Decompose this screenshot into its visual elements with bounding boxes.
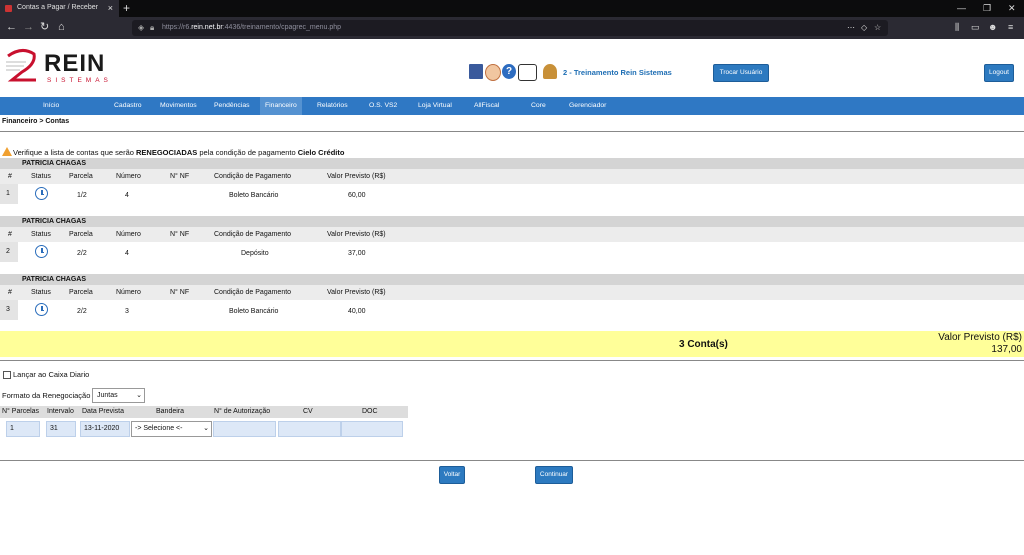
table-header: # Status Parcela Número N° NF Condição d… bbox=[0, 285, 1024, 300]
favicon-icon bbox=[5, 5, 12, 12]
close-window-icon[interactable]: ✕ bbox=[1008, 3, 1016, 14]
clock-icon bbox=[35, 303, 48, 316]
warning-icon bbox=[2, 147, 12, 156]
back-icon[interactable]: ← bbox=[6, 21, 17, 33]
num-parcelas-input[interactable]: 1 bbox=[6, 421, 40, 437]
lock-icon[interactable]: 🔒︎ bbox=[150, 23, 154, 33]
group-client-name: PATRICIA CHAGAS bbox=[0, 274, 1024, 285]
table-header: # Status Parcela Número N° NF Condição d… bbox=[0, 227, 1024, 242]
bandeira-select[interactable]: -> Selecione <- ⌄ bbox=[131, 421, 212, 437]
menu-core[interactable]: Core bbox=[531, 102, 546, 109]
account-icon[interactable]: ☻ bbox=[988, 21, 997, 33]
menu-relatorios[interactable]: Relatórios bbox=[317, 102, 348, 109]
table-row[interactable]: 3 2/2 3 Boleto Bancário 40,00 bbox=[0, 300, 1024, 320]
intervalo-input[interactable]: 31 bbox=[46, 421, 76, 437]
bookmark-star-icon[interactable]: ☆ bbox=[874, 23, 881, 32]
minimize-icon[interactable]: — bbox=[957, 3, 966, 13]
menu-movimentos[interactable]: Movimentos bbox=[160, 102, 197, 109]
cv-input[interactable] bbox=[278, 421, 341, 437]
chat-icon[interactable] bbox=[518, 64, 537, 81]
formato-select[interactable]: Juntas ⌄ bbox=[92, 388, 145, 403]
menu-pendencias[interactable]: Pendências bbox=[214, 102, 250, 109]
url-text[interactable]: https://r6.rein.net.br:4436/treinamento/… bbox=[162, 24, 341, 31]
caixa-diario-label: Lançar ao Caixa Diario bbox=[13, 370, 90, 379]
menu-gerenciador[interactable]: Gerenciador bbox=[569, 102, 606, 109]
logout-button[interactable]: Logout bbox=[984, 64, 1014, 82]
hamburger-menu-icon[interactable]: ≡ bbox=[1008, 21, 1013, 33]
sidebar-icon[interactable]: ▭ bbox=[971, 21, 980, 33]
autorizacao-input[interactable] bbox=[213, 421, 276, 437]
total-label: Valor Previsto (R$) bbox=[938, 332, 1022, 343]
browser-tab[interactable]: Contas a Pagar / Receber × bbox=[0, 0, 119, 17]
formato-label: Formato da Renegociação bbox=[2, 391, 91, 400]
home-icon[interactable]: ⌂ bbox=[58, 21, 65, 33]
menu-cadastro[interactable]: Cadastro bbox=[114, 102, 142, 109]
chevron-down-icon: ⌄ bbox=[203, 425, 209, 432]
renegotiation-table-header: N° Parcelas Intervalo Data Prevista Band… bbox=[0, 406, 408, 418]
rein-logo-mark bbox=[6, 49, 36, 82]
divider bbox=[0, 131, 1024, 132]
menu-loja-virtual[interactable]: Loja Virtual bbox=[418, 102, 452, 109]
continuar-button[interactable]: Continuar bbox=[535, 466, 573, 484]
menu-financeiro[interactable]: Financeiro bbox=[260, 97, 302, 115]
divider bbox=[0, 360, 1024, 361]
main-menu: Início Cadastro Movimentos Pendências Fi… bbox=[0, 97, 1024, 115]
switch-user-button[interactable]: Trocar Usuário bbox=[713, 64, 769, 82]
forward-icon[interactable]: → bbox=[23, 21, 34, 33]
caixa-diario-checkbox[interactable] bbox=[3, 371, 11, 379]
total-value: 137,00 bbox=[991, 344, 1022, 355]
menu-inicio[interactable]: Início bbox=[43, 102, 59, 109]
data-prevista-input[interactable]: 13-11-2020 bbox=[80, 421, 130, 437]
warning-message: Verifique a lista de contas que serão RE… bbox=[2, 147, 344, 157]
reload-icon[interactable]: ↻ bbox=[40, 21, 49, 33]
menu-os-vs2[interactable]: O.S. VS2 bbox=[369, 102, 397, 109]
url-bar[interactable]: ◈ 🔒︎ https://r6.rein.net.br:4436/treinam… bbox=[132, 20, 888, 36]
summary-bar: 3 Conta(s) Valor Previsto (R$) 137,00 bbox=[0, 331, 1024, 357]
browser-navbar: ← → ↻ ⌂ ◈ 🔒︎ https://r6.rein.net.br:4436… bbox=[0, 17, 1024, 39]
group-client-name: PATRICIA CHAGAS bbox=[0, 216, 1024, 227]
help-icon[interactable]: ? bbox=[502, 64, 516, 79]
brand-name: REIN bbox=[44, 50, 106, 77]
doc-input[interactable] bbox=[341, 421, 403, 437]
clock-icon bbox=[35, 187, 48, 200]
menu-allfiscal[interactable]: AllFiscal bbox=[474, 102, 499, 109]
browser-tabbar: Contas a Pagar / Receber × + — ❐ ✕ bbox=[0, 0, 1024, 17]
support-agent-icon[interactable] bbox=[485, 64, 501, 81]
pocket-icon[interactable]: ◇ bbox=[861, 23, 867, 32]
clock-icon bbox=[35, 245, 48, 258]
chevron-down-icon: ⌄ bbox=[136, 392, 142, 399]
table-row[interactable]: 2 2/2 4 Depósito 37,00 bbox=[0, 242, 1024, 262]
shield-icon[interactable]: ◈ bbox=[138, 23, 144, 32]
breadcrumb: Financeiro > Contas bbox=[2, 118, 70, 125]
page-actions-icon[interactable]: ⋯ bbox=[847, 23, 855, 32]
brand-subtitle: SISTEMAS bbox=[47, 77, 112, 84]
account-count: 3 Conta(s) bbox=[679, 339, 728, 350]
close-tab-icon[interactable]: × bbox=[108, 3, 113, 13]
notebook-icon[interactable] bbox=[469, 64, 483, 79]
group-client-name: PATRICIA CHAGAS bbox=[0, 158, 1024, 169]
new-tab-icon[interactable]: + bbox=[123, 1, 130, 15]
user-label: 2 - Treinamento Rein Sistemas bbox=[563, 68, 672, 77]
tab-title: Contas a Pagar / Receber bbox=[17, 4, 98, 11]
library-icon[interactable]: ⫼ bbox=[955, 21, 959, 33]
user-icon[interactable] bbox=[543, 64, 557, 79]
table-row[interactable]: 1 1/2 4 Boleto Bancário 60,00 bbox=[0, 184, 1024, 204]
restore-icon[interactable]: ❐ bbox=[983, 3, 991, 14]
table-header: # Status Parcela Número N° NF Condição d… bbox=[0, 169, 1024, 184]
divider bbox=[0, 460, 1024, 461]
voltar-button[interactable]: Voltar bbox=[439, 466, 465, 484]
